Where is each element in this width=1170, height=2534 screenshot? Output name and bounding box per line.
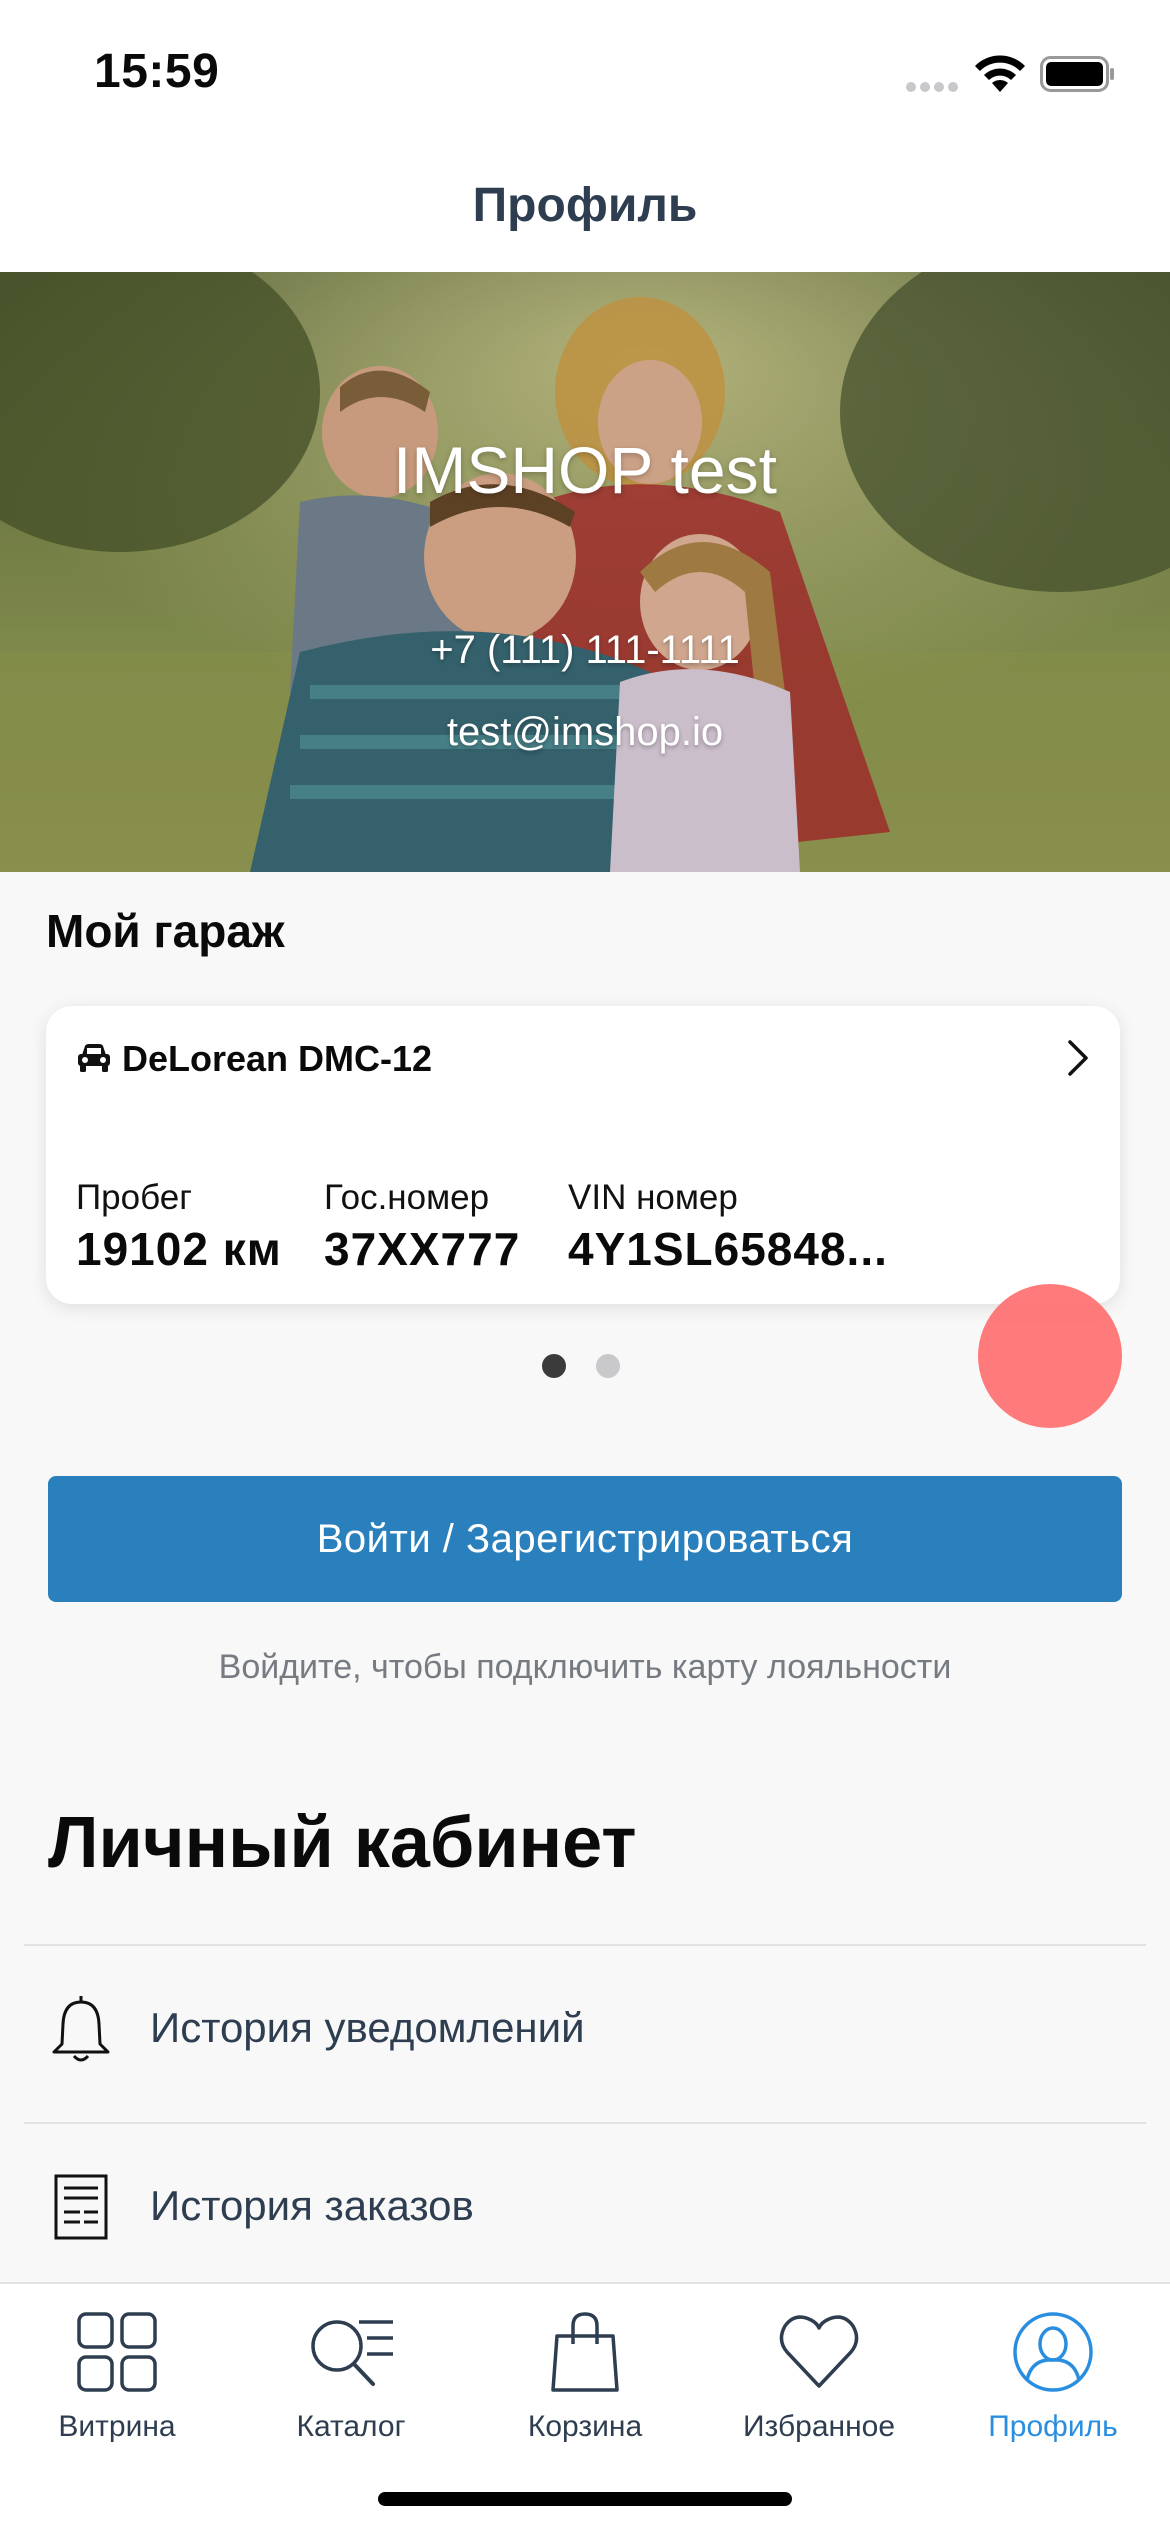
menu-item-label: История уведомлений xyxy=(150,2004,585,2051)
menu-item-label: История заказов xyxy=(150,2182,474,2229)
car-mileage-value: 19102 км xyxy=(76,1223,282,1275)
car-vin-value: 4Y1SL65848... xyxy=(568,1223,888,1275)
profile-header: IMSHOP test +7 (111) 111-1111 test@imsho… xyxy=(0,272,1170,872)
receipt-icon xyxy=(54,2174,108,2240)
tab-label: Профиль xyxy=(988,2410,1118,2443)
page-dot[interactable] xyxy=(596,1354,620,1378)
car-plate: Гос.номер 37XX777 xyxy=(324,1178,520,1276)
tab-label: Витрина xyxy=(58,2410,176,2443)
cabinet-section-title: Личный кабинет xyxy=(48,1803,637,1883)
profile-email: test@imshop.io xyxy=(446,710,724,754)
profile-name: IMSHOP test xyxy=(393,433,777,507)
page-dot-active[interactable] xyxy=(542,1354,566,1378)
loyalty-hint: Войдите, чтобы подключить карту лояльнос… xyxy=(218,1648,952,1686)
bell-icon xyxy=(52,1996,110,2062)
car-icon xyxy=(78,1044,110,1072)
signal-dots-icon xyxy=(906,82,958,92)
car-vin-label: VIN номер xyxy=(568,1178,738,1217)
tab-cart[interactable]: Корзина xyxy=(468,2298,702,2448)
tab-favorites[interactable]: Избранное xyxy=(702,2298,936,2448)
tab-showcase[interactable]: Витрина xyxy=(0,2298,234,2448)
menu-item-orders-history[interactable]: История заказов xyxy=(0,2124,1170,2300)
profile-phone: +7 (111) 111-1111 xyxy=(430,628,740,672)
bag-icon xyxy=(551,2312,619,2392)
search-list-icon xyxy=(311,2320,393,2386)
car-mileage-label: Пробег xyxy=(76,1178,192,1217)
grid-icon xyxy=(77,2312,157,2392)
garage-section-title: Мой гараж xyxy=(46,905,285,957)
tab-catalog[interactable]: Каталог xyxy=(234,2298,468,2448)
page-title: Профиль xyxy=(472,179,698,232)
car-name: DeLorean DMC-12 xyxy=(122,1038,433,1079)
home-indicator xyxy=(378,2492,792,2506)
tab-profile[interactable]: Профиль xyxy=(936,2298,1170,2448)
tab-label: Корзина xyxy=(527,2410,643,2443)
status-time: 15:59 xyxy=(94,45,220,98)
car-plate-label: Гос.номер xyxy=(324,1178,490,1217)
wifi-icon xyxy=(975,55,1025,92)
car-card[interactable]: DeLorean DMC-12 Пробег 19102 км Гос.номе… xyxy=(46,1006,1120,1304)
car-mileage: Пробег 19102 км xyxy=(76,1178,282,1276)
tab-label: Каталог xyxy=(296,2410,406,2443)
car-vin: VIN номер 4Y1SL65848... xyxy=(568,1178,888,1276)
status-bar: 15:59 xyxy=(0,0,1170,140)
tab-label: Избранное xyxy=(742,2410,896,2443)
navigation-bar: Профиль xyxy=(0,140,1170,272)
user-icon xyxy=(1013,2312,1093,2392)
menu-item-notifications-history[interactable]: История уведомлений xyxy=(0,1946,1170,2122)
car-plate-value: 37XX777 xyxy=(324,1223,521,1275)
battery-icon xyxy=(1040,56,1114,92)
touch-indicator xyxy=(978,1284,1122,1428)
login-register-button[interactable]: Войти / Зарегистрироваться xyxy=(48,1476,1122,1602)
profile-background-image xyxy=(0,272,1170,872)
chevron-right-icon[interactable] xyxy=(1066,1038,1090,1078)
heart-icon xyxy=(779,2315,859,2388)
garage-page-indicator[interactable] xyxy=(542,1354,622,1378)
